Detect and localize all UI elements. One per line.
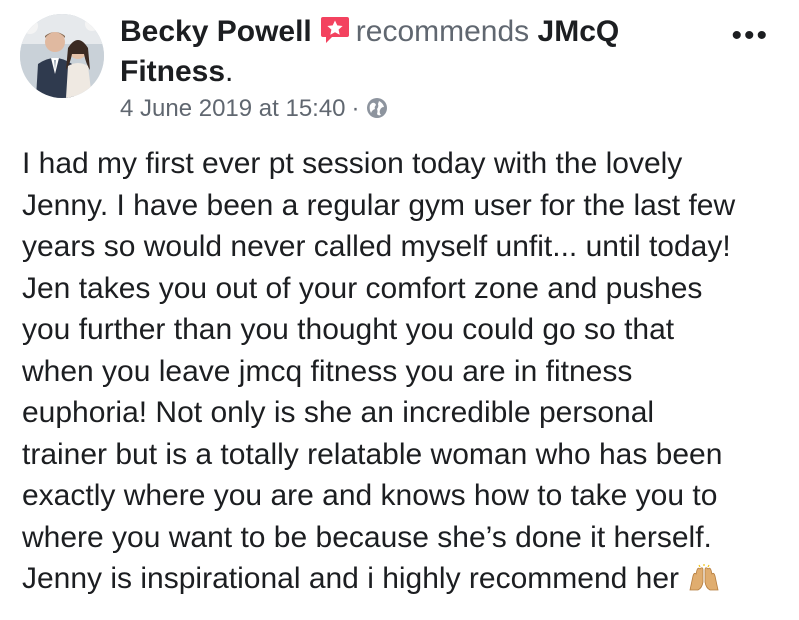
post-body-line: trainer but is a totally relatable woman… bbox=[22, 437, 723, 471]
post-body-line: Jenny is inspirational and i highly reco… bbox=[22, 562, 680, 595]
avatar[interactable] bbox=[20, 14, 104, 98]
page-name-link[interactable]: JMcQ bbox=[538, 15, 620, 48]
header-period: . bbox=[225, 55, 234, 88]
avatar-photo bbox=[20, 14, 104, 98]
recommendation-post: Becky Powell recommends JMcQ Fitness. •••… bbox=[0, 0, 799, 620]
post-body-last-line: Jenny is inspirational and i highly reco… bbox=[22, 558, 782, 600]
recommendation-badge-icon bbox=[320, 15, 350, 43]
meta-separator: · bbox=[351, 95, 360, 122]
timestamp[interactable]: 4 June 2019 at 15:40 bbox=[120, 95, 346, 122]
post-body-line: euphoria! Not only is she an incredible … bbox=[22, 396, 655, 429]
post-body-line: exactly where you are and knows how to t… bbox=[22, 479, 718, 512]
post-body: I had my first ever pt session today wit… bbox=[22, 143, 782, 600]
more-options-button[interactable]: ••• bbox=[731, 21, 769, 51]
raising-hands-emoji bbox=[687, 562, 721, 591]
globe-icon[interactable] bbox=[366, 97, 388, 119]
post-header-continued: Fitness. bbox=[120, 52, 233, 92]
post-body-line: I had my first ever pt session today wit… bbox=[22, 147, 683, 180]
post-body-line: where you want to be because she’s done … bbox=[22, 520, 712, 554]
post-body-line: when you leave jmcq fitness you are in f… bbox=[22, 354, 633, 388]
author-name[interactable]: Becky Powell bbox=[120, 15, 312, 48]
post-body-line: you further than you thought you could g… bbox=[22, 313, 675, 346]
page-name-link-continued[interactable]: Fitness bbox=[120, 55, 225, 88]
post-meta: 4 June 2019 at 15:40 · bbox=[120, 94, 388, 124]
post-body-line: Jen takes you out of your comfort zone a… bbox=[22, 271, 703, 305]
post-body-line: Jenny. I have been a regular gym user fo… bbox=[22, 188, 736, 222]
post-header: Becky Powell recommends JMcQ bbox=[120, 12, 619, 52]
post-body-line: years so would never called myself unfit… bbox=[22, 230, 731, 263]
recommends-label: recommends bbox=[355, 15, 530, 48]
